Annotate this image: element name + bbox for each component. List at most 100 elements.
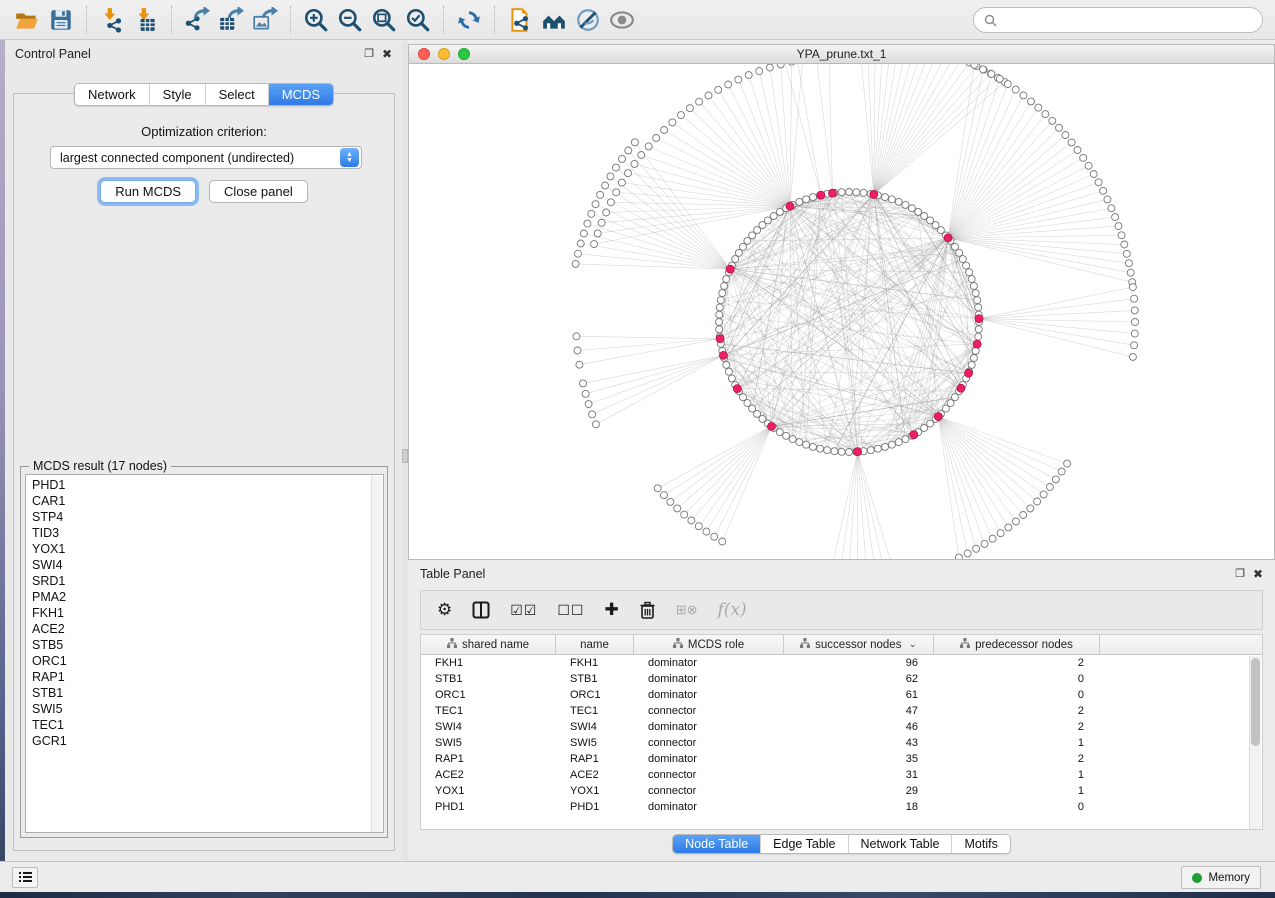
style-toggle-icon[interactable] (571, 5, 605, 35)
result-node-item[interactable]: STB1 (32, 685, 383, 701)
tab-style[interactable]: Style (150, 84, 206, 105)
cell-role: dominator (634, 721, 784, 733)
tab-network-table[interactable]: Network Table (849, 835, 953, 853)
result-node-item[interactable]: TID3 (32, 525, 383, 541)
toolbar-separator (171, 6, 172, 34)
result-node-item[interactable]: ACE2 (32, 621, 383, 637)
close-table-panel-icon[interactable]: ✖ (1253, 568, 1263, 580)
main-toolbar (0, 0, 1275, 40)
select-all-icon[interactable]: ☑☑ (510, 602, 537, 619)
table-row[interactable]: PHD1PHD1dominator180 (421, 799, 1262, 815)
network-canvas[interactable] (409, 64, 1274, 559)
optimization-dropdown[interactable]: largest connected component (undirected)… (50, 146, 362, 169)
network-graph[interactable] (409, 64, 1274, 559)
apply-layout-icon[interactable] (452, 5, 486, 35)
table-row[interactable]: SWI4SWI4dominator462 (421, 719, 1262, 735)
result-node-item[interactable]: STP4 (32, 509, 383, 525)
tab-edge-table[interactable]: Edge Table (761, 835, 848, 853)
table-scrollbar[interactable] (1249, 656, 1261, 830)
table-row[interactable]: RAP1RAP1dominator352 (421, 751, 1262, 767)
toolbar-separator (290, 6, 291, 34)
result-scrollbar[interactable] (371, 476, 382, 833)
open-file-icon[interactable] (10, 5, 44, 35)
float-table-panel-icon[interactable]: ❐ (1235, 568, 1245, 580)
show-hide-icon[interactable] (605, 5, 639, 35)
table-row[interactable]: FKH1FKH1dominator962 (421, 655, 1262, 671)
result-node-item[interactable]: CAR1 (32, 493, 383, 509)
cell-predecessors: 1 (934, 769, 1100, 781)
column-header-successor-nodes[interactable]: successor nodes⌄ (784, 635, 934, 654)
result-node-item[interactable]: FKH1 (32, 605, 383, 621)
clear-table-icon: ⊞⊗ (676, 602, 698, 618)
delete-icon[interactable] (639, 601, 656, 620)
network-titlebar[interactable]: YPA_prune.txt_1 (409, 45, 1274, 64)
hierarchy-icon (447, 638, 457, 651)
memory-button[interactable]: Memory (1181, 866, 1261, 889)
result-node-item[interactable]: SWI4 (32, 557, 383, 573)
result-node-item[interactable]: PMA2 (32, 589, 383, 605)
run-mcds-button[interactable]: Run MCDS (100, 180, 196, 203)
result-node-item[interactable]: ORC1 (32, 653, 383, 669)
float-panel-icon[interactable]: ❐ (364, 48, 374, 60)
export-network-icon[interactable] (180, 5, 214, 35)
mcds-panel: NetworkStyleSelectMCDS Optimization crit… (13, 93, 395, 851)
cell-predecessors: 2 (934, 753, 1100, 765)
add-icon[interactable]: ✚ (604, 600, 618, 620)
new-network-icon[interactable] (503, 5, 537, 35)
deselect-all-icon[interactable]: ☐☐ (557, 602, 584, 619)
tab-motifs[interactable]: Motifs (952, 835, 1009, 853)
result-node-item[interactable]: RAP1 (32, 669, 383, 685)
search-box[interactable] (973, 7, 1263, 33)
gear-icon[interactable]: ⚙ (437, 600, 452, 620)
cell-successors: 61 (784, 689, 934, 701)
table-row[interactable]: ACE2ACE2connector311 (421, 767, 1262, 783)
tab-mcds[interactable]: MCDS (269, 84, 333, 105)
close-panel-button[interactable]: Close panel (209, 180, 308, 203)
zoom-out-icon[interactable] (333, 5, 367, 35)
export-image-icon[interactable] (248, 5, 282, 35)
column-header-shared-name[interactable]: shared name (421, 635, 556, 654)
table-header-row: shared namenameMCDS rolesuccessor nodes⌄… (421, 635, 1262, 655)
table-row[interactable]: SWI5SWI5connector431 (421, 735, 1262, 751)
table-scrollbar-thumb[interactable] (1251, 658, 1260, 746)
task-history-button[interactable] (12, 867, 38, 888)
table-row[interactable]: TEC1TEC1connector472 (421, 703, 1262, 719)
result-node-item[interactable]: GCR1 (32, 733, 383, 749)
table-row[interactable]: STB1STB1dominator620 (421, 671, 1262, 687)
columns-icon[interactable] (472, 601, 490, 619)
result-node-item[interactable]: YOX1 (32, 541, 383, 557)
function-builder-icon: f(x) (718, 600, 747, 620)
save-session-icon[interactable] (44, 5, 78, 35)
tab-network[interactable]: Network (75, 84, 150, 105)
tab-select[interactable]: Select (206, 84, 269, 105)
neighbors-icon[interactable] (537, 5, 571, 35)
result-node-item[interactable]: STB5 (32, 637, 383, 653)
column-header-predecessor-nodes[interactable]: predecessor nodes (934, 635, 1100, 654)
cell-name: PHD1 (556, 801, 634, 813)
result-node-item[interactable]: SWI5 (32, 701, 383, 717)
control-panel-tabs: NetworkStyleSelectMCDS (74, 83, 334, 106)
table-row[interactable]: YOX1YOX1connector291 (421, 783, 1262, 799)
column-header-MCDS-role[interactable]: MCDS role (634, 635, 784, 654)
sort-descending-icon: ⌄ (908, 639, 916, 650)
close-panel-icon[interactable]: ✖ (382, 48, 392, 60)
export-table-icon[interactable] (214, 5, 248, 35)
import-table-icon[interactable] (129, 5, 163, 35)
node-table: shared namenameMCDS rolesuccessor nodes⌄… (420, 634, 1263, 830)
table-toolbar: ⚙ ☑☑ ☐☐ ✚ ⊞⊗ f(x) (420, 590, 1263, 630)
search-input[interactable] (1003, 13, 1252, 27)
zoom-in-icon[interactable] (299, 5, 333, 35)
result-node-item[interactable]: SRD1 (32, 573, 383, 589)
cell-name: TEC1 (556, 705, 634, 717)
tab-node-table[interactable]: Node Table (673, 835, 761, 853)
control-panel-title: Control Panel (15, 47, 364, 61)
optimization-dropdown-value: largest connected component (undirected) (51, 151, 340, 165)
result-node-item[interactable]: TEC1 (32, 717, 383, 733)
column-header-name[interactable]: name (556, 635, 634, 654)
mcds-result-list[interactable]: PHD1CAR1STP4TID3YOX1SWI4SRD1PMA2FKH1ACE2… (25, 474, 384, 833)
zoom-selected-icon[interactable] (401, 5, 435, 35)
zoom-fit-icon[interactable] (367, 5, 401, 35)
table-row[interactable]: ORC1ORC1dominator610 (421, 687, 1262, 703)
result-node-item[interactable]: PHD1 (32, 477, 383, 493)
import-network-icon[interactable] (95, 5, 129, 35)
